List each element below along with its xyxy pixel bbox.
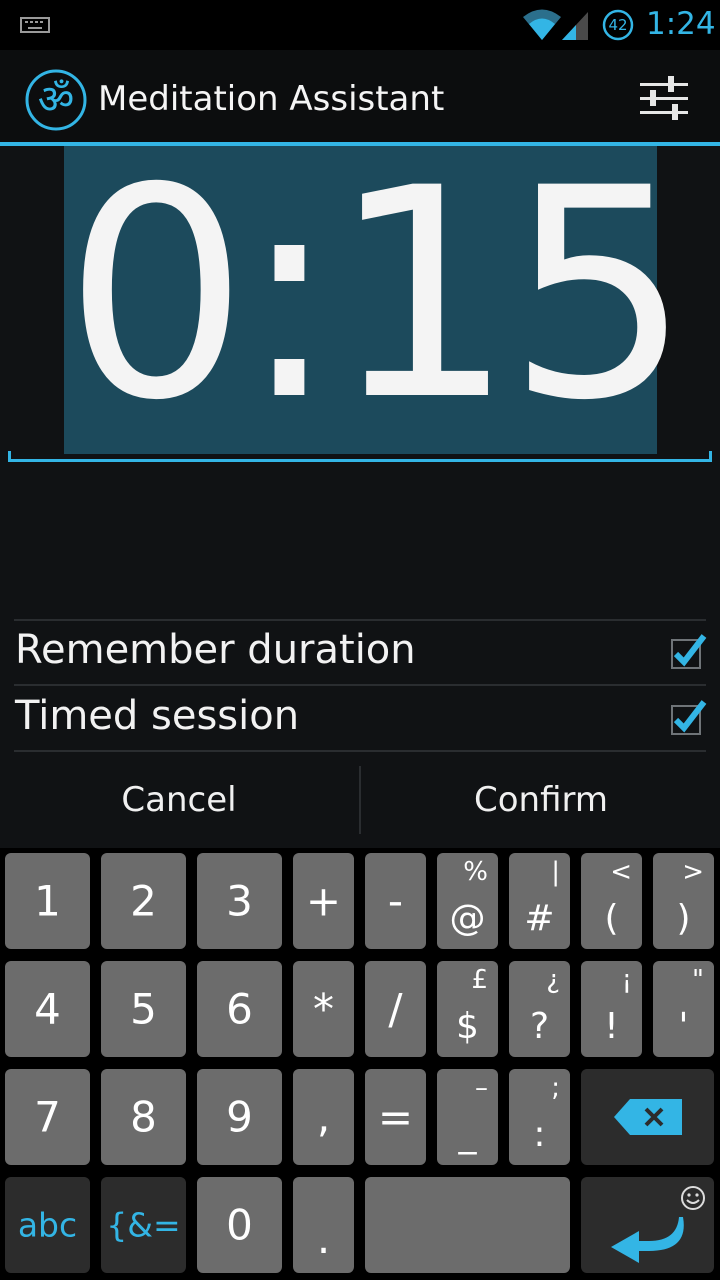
symbol-keyboard: 1 2 3 + - % @ | # <( >) 4 5 6 * / £ $ ¿? ¡!…	[0, 848, 720, 1280]
key-label: @	[449, 898, 486, 939]
key-label: 1	[34, 876, 61, 926]
key-5[interactable]: 5	[101, 961, 186, 1057]
key-8[interactable]: 8	[101, 1069, 186, 1165]
key-colon[interactable]: ;:	[509, 1069, 570, 1165]
timer-duration-input[interactable]: 0:15	[64, 146, 691, 454]
key-label: +	[305, 876, 342, 926]
key-label: !	[604, 1006, 619, 1047]
key-label: abc	[17, 1205, 78, 1245]
key-period[interactable]: .	[293, 1177, 354, 1273]
status-clock: 1:24	[646, 6, 716, 42]
key-alt-label: <	[610, 857, 632, 887]
battery-level: 42	[608, 16, 628, 34]
enter-arrow-icon	[611, 1217, 684, 1263]
key-9[interactable]: 9	[197, 1069, 282, 1165]
key-2[interactable]: 2	[101, 853, 186, 949]
key-0[interactable]: 0	[197, 1177, 282, 1273]
signal-icon	[562, 12, 588, 40]
more-symbols-key[interactable]: {&=	[101, 1177, 186, 1273]
key-label: .	[316, 1214, 331, 1263]
key-alt-label: ;	[551, 1073, 560, 1103]
key-alt-label: ¿	[546, 965, 560, 995]
key-plus[interactable]: +	[293, 853, 354, 949]
key-alt-label: "	[692, 965, 704, 995]
sliders-icon[interactable]	[636, 70, 692, 126]
svg-text:ॐ: ॐ	[38, 77, 74, 123]
key-label: 8	[130, 1092, 157, 1142]
key-label: '	[678, 1006, 689, 1047]
key-alt-label: £	[471, 965, 488, 995]
key-label: _	[458, 1114, 477, 1155]
key-exclamation[interactable]: ¡!	[581, 961, 642, 1057]
status-bar: 42 1:24	[0, 0, 720, 50]
key-label: 9	[226, 1092, 253, 1142]
timed-session-checkbox[interactable]	[666, 696, 708, 738]
key-label: :	[533, 1114, 546, 1155]
key-label: -	[387, 876, 404, 926]
key-close-paren[interactable]: >)	[653, 853, 714, 949]
key-3[interactable]: 3	[197, 853, 282, 949]
key-4[interactable]: 4	[5, 961, 90, 1057]
key-alt-label: ¡	[621, 965, 632, 995]
key-label: (	[604, 898, 619, 939]
key-label: #	[524, 898, 555, 939]
divider	[14, 619, 706, 621]
keyboard-icon	[20, 17, 50, 33]
key-label: 2	[130, 876, 157, 926]
om-icon[interactable]: ॐ	[24, 68, 88, 132]
wifi-icon	[523, 9, 561, 40]
key-label: ,	[316, 1092, 331, 1142]
key-alt-label: |	[551, 857, 560, 887]
button-separator	[359, 766, 361, 834]
key-equals[interactable]: =	[365, 1069, 426, 1165]
confirm-button[interactable]: Confirm	[362, 752, 720, 848]
backspace-key[interactable]	[581, 1069, 714, 1165]
key-underscore[interactable]: – _	[437, 1069, 498, 1165]
key-label: ?	[529, 1006, 550, 1047]
key-6[interactable]: 6	[197, 961, 282, 1057]
enter-key[interactable]	[581, 1177, 714, 1273]
key-alt-label: %	[463, 857, 488, 887]
divider	[14, 684, 706, 686]
underline-right-tick	[709, 451, 712, 462]
remember-duration-label[interactable]: Remember duration	[15, 627, 416, 673]
key-at[interactable]: % @	[437, 853, 498, 949]
key-label: =	[377, 1092, 414, 1142]
key-label: /	[388, 984, 403, 1034]
key-7[interactable]: 7	[5, 1069, 90, 1165]
key-label: 5	[130, 984, 157, 1034]
key-label: 7	[34, 1092, 61, 1142]
backspace-icon	[614, 1099, 682, 1135]
app-title: Meditation Assistant	[98, 79, 445, 119]
key-minus[interactable]: -	[365, 853, 426, 949]
space-key[interactable]	[365, 1177, 570, 1273]
key-alt-label: –	[475, 1073, 488, 1103]
timer-input-underline	[8, 459, 712, 462]
abc-key[interactable]: abc	[5, 1177, 90, 1273]
key-alt-label: >	[682, 857, 704, 887]
key-label: *	[313, 984, 334, 1034]
key-1[interactable]: 1	[5, 853, 90, 949]
key-label: {&=	[106, 1205, 181, 1245]
key-label: 4	[34, 984, 61, 1034]
key-open-paren[interactable]: <(	[581, 853, 642, 949]
key-label: 0	[226, 1200, 253, 1250]
underline-left-tick	[8, 451, 11, 462]
key-question[interactable]: ¿?	[509, 961, 570, 1057]
key-comma[interactable]: ,	[293, 1069, 354, 1165]
key-apostrophe[interactable]: " '	[653, 961, 714, 1057]
key-label: )	[676, 898, 691, 939]
key-hash[interactable]: | #	[509, 853, 570, 949]
key-label: $	[456, 1006, 479, 1047]
remember-duration-checkbox[interactable]	[666, 630, 708, 672]
key-label: 6	[226, 984, 253, 1034]
key-label: 3	[226, 876, 253, 926]
key-slash[interactable]: /	[365, 961, 426, 1057]
key-asterisk[interactable]: *	[293, 961, 354, 1057]
smiley-icon	[681, 1186, 705, 1210]
cancel-button[interactable]: Cancel	[0, 752, 358, 848]
key-dollar[interactable]: £ $	[437, 961, 498, 1057]
timed-session-label[interactable]: Timed session	[15, 693, 299, 739]
